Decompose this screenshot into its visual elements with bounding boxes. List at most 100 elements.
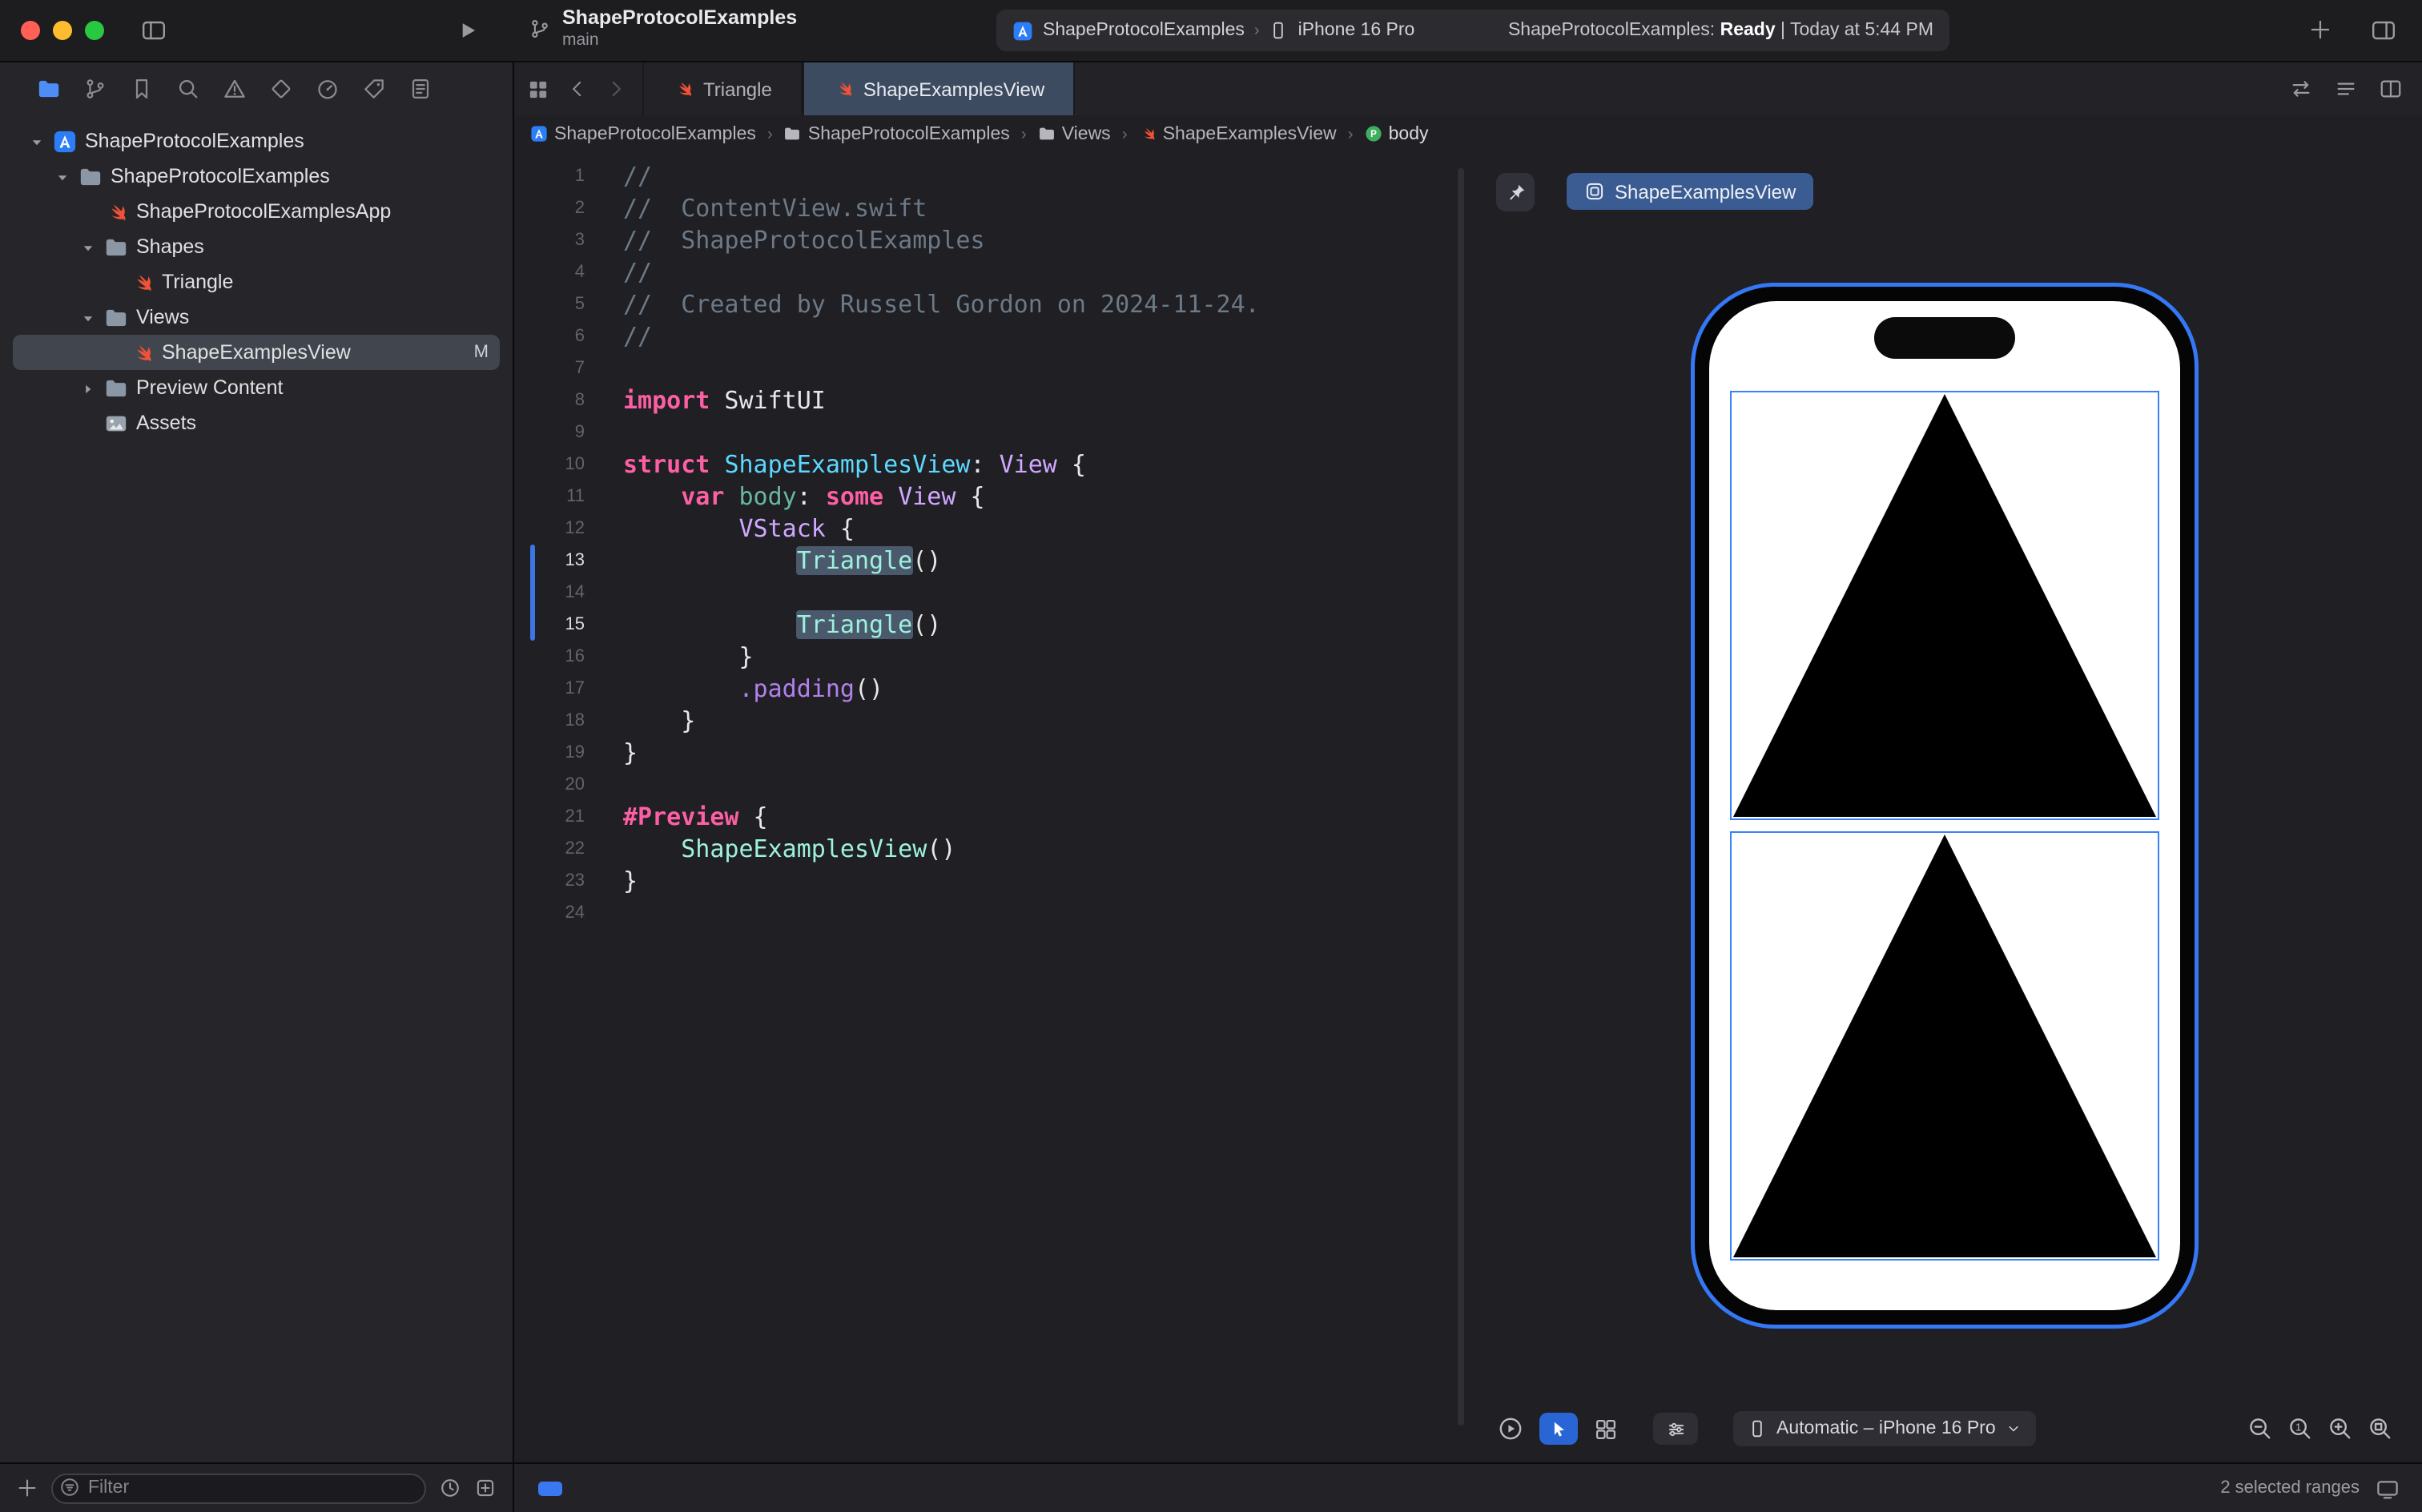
line-number[interactable]: 18 xyxy=(514,705,585,737)
triangle-view-frame-2[interactable] xyxy=(1730,831,2159,1261)
find-navigator-icon[interactable] xyxy=(176,77,200,101)
line-number[interactable]: 17 xyxy=(514,673,585,705)
code-line-14[interactable]: 14 xyxy=(514,577,1467,609)
library-button[interactable] xyxy=(2308,18,2332,42)
disclosure-down-icon[interactable] xyxy=(80,309,96,325)
zoom-actual-size-icon[interactable]: 1 xyxy=(2287,1416,2313,1442)
device-settings-button[interactable] xyxy=(1653,1413,1698,1445)
scheme-name[interactable]: ShapeProtocolExamples xyxy=(1043,21,1245,40)
code-line-9[interactable]: 9 xyxy=(514,416,1467,448)
go-forward-icon[interactable] xyxy=(606,78,626,99)
code-area[interactable]: 1//2// ContentView.swift3// ShapeProtoco… xyxy=(514,160,1467,929)
sidebar-item-assets[interactable]: Assets xyxy=(13,405,500,440)
line-number[interactable]: 1 xyxy=(514,160,585,192)
sidebar-item-preview-content[interactable]: Preview Content xyxy=(13,370,500,405)
line-number[interactable]: 6 xyxy=(514,320,585,352)
code-line-22[interactable]: 22 ShapeExamplesView() xyxy=(514,833,1467,865)
line-number[interactable]: 9 xyxy=(514,416,585,448)
code-line-6[interactable]: 6// xyxy=(514,320,1467,352)
line-number[interactable]: 4 xyxy=(514,256,585,288)
line-number[interactable]: 19 xyxy=(514,737,585,769)
source-editor[interactable]: 1//2// ContentView.swift3// ShapeProtoco… xyxy=(514,152,1467,1464)
recent-files-filter-icon[interactable] xyxy=(439,1477,461,1499)
code-line-24[interactable]: 24 xyxy=(514,897,1467,929)
disclosure-right-icon[interactable] xyxy=(80,380,96,396)
code-line-4[interactable]: 4// xyxy=(514,256,1467,288)
code-line-15[interactable]: 15 Triangle() xyxy=(514,609,1467,641)
code-line-7[interactable]: 7 xyxy=(514,352,1467,384)
line-number[interactable]: 5 xyxy=(514,288,585,320)
breadcrumb-item-body[interactable]: Pbody xyxy=(1365,124,1429,143)
line-number[interactable]: 23 xyxy=(514,865,585,897)
line-number[interactable]: 24 xyxy=(514,897,585,929)
breakpoints-navigator-icon[interactable] xyxy=(362,77,386,101)
sidebar-item-shapeprotocolexamples[interactable]: ShapeProtocolExamples xyxy=(13,159,500,194)
code-line-11[interactable]: 11 var body: some View { xyxy=(514,481,1467,513)
disclosure-down-icon[interactable] xyxy=(80,239,96,255)
line-number[interactable]: 2 xyxy=(514,192,585,224)
activity-view[interactable]: ShapeProtocolExamples › iPhone 16 Pro Sh… xyxy=(996,10,1949,51)
line-number[interactable]: 12 xyxy=(514,513,585,545)
code-line-13[interactable]: 13 Triangle() xyxy=(514,545,1467,577)
add-file-button[interactable] xyxy=(16,1477,38,1499)
variants-button[interactable] xyxy=(1594,1417,1618,1441)
swap-editors-icon[interactable] xyxy=(2289,77,2313,101)
split-editor-icon[interactable] xyxy=(2379,77,2403,101)
preview-device-menu[interactable]: Automatic – iPhone 16 Pro xyxy=(1733,1411,2036,1446)
related-items-icon[interactable] xyxy=(527,78,549,100)
code-line-17[interactable]: 17 .padding() xyxy=(514,673,1467,705)
zoom-out-icon[interactable] xyxy=(2247,1416,2273,1442)
code-line-16[interactable]: 16 } xyxy=(514,641,1467,673)
editor-options-icon[interactable] xyxy=(2334,77,2358,101)
run-destination[interactable]: iPhone 16 Pro xyxy=(1298,21,1415,40)
disclosure-down-icon[interactable] xyxy=(29,133,45,149)
sidebar-divider[interactable] xyxy=(513,61,514,1512)
line-number[interactable]: 7 xyxy=(514,352,585,384)
line-number[interactable]: 8 xyxy=(514,384,585,416)
line-number[interactable]: 3 xyxy=(514,224,585,256)
iphone-preview-device[interactable] xyxy=(1695,287,2195,1325)
filter-input[interactable] xyxy=(51,1474,426,1504)
sidebar-item-shapeprotocolexamples[interactable]: ShapeProtocolExamples xyxy=(13,123,500,159)
issues-navigator-icon[interactable] xyxy=(223,77,247,101)
live-preview-button[interactable] xyxy=(1498,1416,1523,1442)
inspector-toggle-icon[interactable] xyxy=(2371,18,2396,43)
code-line-8[interactable]: 8import SwiftUI xyxy=(514,384,1467,416)
tests-navigator-icon[interactable] xyxy=(269,77,293,101)
line-number[interactable]: 13 xyxy=(514,545,585,577)
close-window-button[interactable] xyxy=(21,21,40,40)
minimize-window-button[interactable] xyxy=(53,21,72,40)
code-line-21[interactable]: 21#Preview { xyxy=(514,801,1467,833)
fullscreen-window-button[interactable] xyxy=(85,21,104,40)
code-line-3[interactable]: 3// ShapeProtocolExamples xyxy=(514,224,1467,256)
source-control-navigator-icon[interactable] xyxy=(83,77,107,101)
line-number[interactable]: 22 xyxy=(514,833,585,865)
code-line-18[interactable]: 18 } xyxy=(514,705,1467,737)
bookmarks-navigator-icon[interactable] xyxy=(130,77,154,101)
code-line-10[interactable]: 10struct ShapeExamplesView: View { xyxy=(514,448,1467,481)
breadcrumb-item-shapeprotocolexamples[interactable]: ShapeProtocolExamples xyxy=(784,124,1010,143)
iphone-screen[interactable] xyxy=(1709,301,2180,1310)
breadcrumb-item-views[interactable]: Views xyxy=(1038,124,1111,143)
go-back-icon[interactable] xyxy=(567,78,588,99)
line-number[interactable]: 20 xyxy=(514,769,585,801)
code-line-5[interactable]: 5// Created by Russell Gordon on 2024-11… xyxy=(514,288,1467,320)
breadcrumb-item-shapeexamplesview[interactable]: ShapeExamplesView xyxy=(1139,124,1337,143)
sidebar-item-shapeprotocolexamplesapp[interactable]: ShapeProtocolExamplesApp xyxy=(13,194,500,229)
line-number[interactable]: 14 xyxy=(514,577,585,609)
editor-focus-indicator[interactable] xyxy=(538,1481,562,1495)
project-navigator-icon[interactable] xyxy=(37,77,61,101)
sidebar-item-views[interactable]: Views xyxy=(13,300,500,335)
triangle-shape-2[interactable] xyxy=(1733,834,2156,1257)
workspace-block[interactable]: ShapeProtocolExamples main xyxy=(529,6,797,51)
debug-navigator-icon[interactable] xyxy=(316,77,340,101)
triangle-view-frame-1[interactable] xyxy=(1730,391,2159,820)
sidebar-item-shapes[interactable]: Shapes xyxy=(13,229,500,264)
line-number[interactable]: 16 xyxy=(514,641,585,673)
code-line-19[interactable]: 19} xyxy=(514,737,1467,769)
code-line-20[interactable]: 20 xyxy=(514,769,1467,801)
editor-scrollbar[interactable] xyxy=(1458,168,1464,1426)
zoom-to-fit-icon[interactable] xyxy=(2368,1416,2393,1442)
code-line-12[interactable]: 12 VStack { xyxy=(514,513,1467,545)
sidebar-item-shapeexamplesview[interactable]: ShapeExamplesViewM xyxy=(13,335,500,370)
